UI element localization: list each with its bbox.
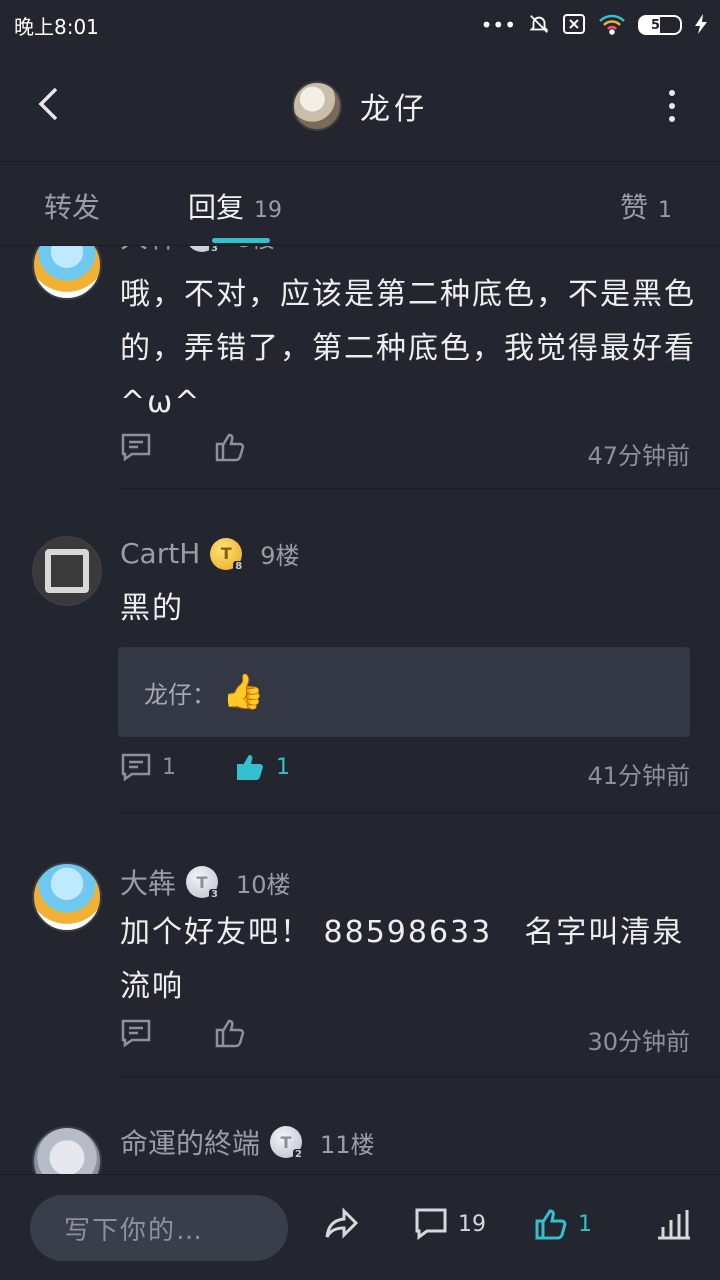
thumbs-up-emoji: 👍 <box>222 672 265 712</box>
comment-icon <box>121 753 151 782</box>
comment-icon <box>121 1019 151 1048</box>
username[interactable]: 命運的終端 <box>120 1122 260 1162</box>
bottom-action-bar: 写下你的… 19 1 <box>0 1174 720 1280</box>
share-button[interactable] <box>324 1207 360 1241</box>
status-time: 晚上8:01 <box>14 14 99 39</box>
comment-count: 1 <box>162 754 176 780</box>
username[interactable]: 大犇 <box>120 862 176 902</box>
header-title[interactable]: 龙仔 <box>292 80 428 131</box>
tab-reply-count: 19 <box>254 198 283 223</box>
reply-time: 41分钟前 <box>587 762 690 790</box>
avatar[interactable] <box>292 80 342 131</box>
like-button[interactable] <box>214 432 246 462</box>
floor-number: 9楼 <box>260 542 300 570</box>
name-row: 大犇 T3 8楼 <box>120 246 275 256</box>
divider <box>120 1076 720 1077</box>
like-count: 1 <box>578 1211 592 1237</box>
reply-actions: 1 1 41分钟前 <box>120 752 690 792</box>
wifi-icon <box>598 13 626 38</box>
thumbs-up-icon <box>535 1209 567 1240</box>
tab-reply[interactable]: 回复 19 <box>188 186 282 226</box>
reply-input[interactable]: 写下你的… <box>30 1195 288 1261</box>
username[interactable]: 大犇 <box>120 246 176 256</box>
status-icons: ••• 50 <box>481 13 708 38</box>
floor-number: 11楼 <box>320 1130 375 1159</box>
avatar[interactable] <box>32 1126 102 1174</box>
level-badge: T2 <box>270 1126 305 1160</box>
stats-button[interactable] <box>656 1207 692 1241</box>
sim-x-icon <box>562 13 586 38</box>
reply-content: 黑的 <box>120 591 184 626</box>
tab-like[interactable]: 赞1 <box>620 186 672 226</box>
quote-author: 龙仔： <box>144 680 216 709</box>
tab-forward[interactable]: 转发 <box>44 186 100 226</box>
divider <box>120 812 720 813</box>
bolt-icon <box>694 13 708 38</box>
name-row: 命運的終端 T2 11楼 <box>120 1122 375 1162</box>
username[interactable]: CartH <box>120 537 200 570</box>
reply-content: 哦，不对，应该是第二种底色，不是黑色的，弄错了，第二种底色，我觉得最好看^ω^ <box>120 277 696 420</box>
avatar[interactable] <box>32 246 102 300</box>
more-dots-icon: ••• <box>480 13 516 37</box>
tab-like-label: 赞 <box>620 191 649 224</box>
status-bar: 晚上8:01 ••• 50 <box>0 0 720 50</box>
tab-indicator <box>212 238 270 243</box>
name-row: 大犇 T3 10楼 <box>120 862 291 902</box>
level-badge: T8 <box>210 537 245 572</box>
like-button[interactable] <box>214 1018 246 1048</box>
battery-indicator: 50 <box>638 15 682 35</box>
tab-reply-label: 回复 <box>188 191 245 224</box>
page-title: 龙仔 <box>360 91 428 127</box>
like-count: 1 <box>276 754 290 780</box>
more-vertical-icon[interactable] <box>660 86 684 126</box>
reply-actions: 30分钟前 <box>120 1018 690 1058</box>
header: 龙仔 <box>0 50 720 162</box>
avatar[interactable] <box>32 536 102 606</box>
comment-icon <box>121 433 151 462</box>
thumbs-up-icon <box>215 1019 245 1048</box>
divider <box>120 488 720 489</box>
comment-button[interactable] <box>120 1018 152 1048</box>
reply-input-placeholder: 写下你的… <box>64 1215 205 1246</box>
like-button[interactable]: 1 <box>234 752 290 782</box>
back-chevron-icon[interactable] <box>28 84 68 124</box>
reply-time: 47分钟前 <box>587 442 690 470</box>
comment-icon <box>415 1208 447 1240</box>
bell-off-icon <box>528 13 550 38</box>
avatar[interactable] <box>32 862 102 932</box>
thumbs-up-icon <box>237 755 263 780</box>
reply-actions: 47分钟前 <box>120 432 690 472</box>
reply-list[interactable]: 大犇 T3 8楼 哦，不对，应该是第二种底色，不是黑色的，弄错了，第二种底色，我… <box>0 246 720 1174</box>
quoted-reply[interactable]: 龙仔： 👍 <box>118 647 690 737</box>
tab-bar: 转发 回复 19 赞1 <box>0 162 720 246</box>
level-badge: T3 <box>186 866 221 900</box>
level-badge: T3 <box>186 246 221 254</box>
comment-button[interactable]: 19 <box>414 1207 486 1241</box>
name-row: CartH T8 9楼 <box>120 536 300 572</box>
floor-number: 8楼 <box>236 246 275 254</box>
reply-time: 30分钟前 <box>587 1028 690 1056</box>
floor-number: 10楼 <box>236 870 291 899</box>
reply-content: 加个好友吧！ 88598633 名字叫清泉流响 <box>120 915 685 1004</box>
tab-forward-label: 转发 <box>44 191 101 224</box>
like-button[interactable]: 1 <box>534 1207 592 1241</box>
tab-like-count: 1 <box>658 198 673 223</box>
comment-button[interactable]: 1 <box>120 752 176 782</box>
share-icon <box>325 1207 359 1239</box>
bar-chart-icon <box>658 1210 690 1240</box>
comment-button[interactable] <box>120 432 152 462</box>
thumbs-up-icon <box>215 433 245 462</box>
comment-count: 19 <box>458 1211 486 1237</box>
